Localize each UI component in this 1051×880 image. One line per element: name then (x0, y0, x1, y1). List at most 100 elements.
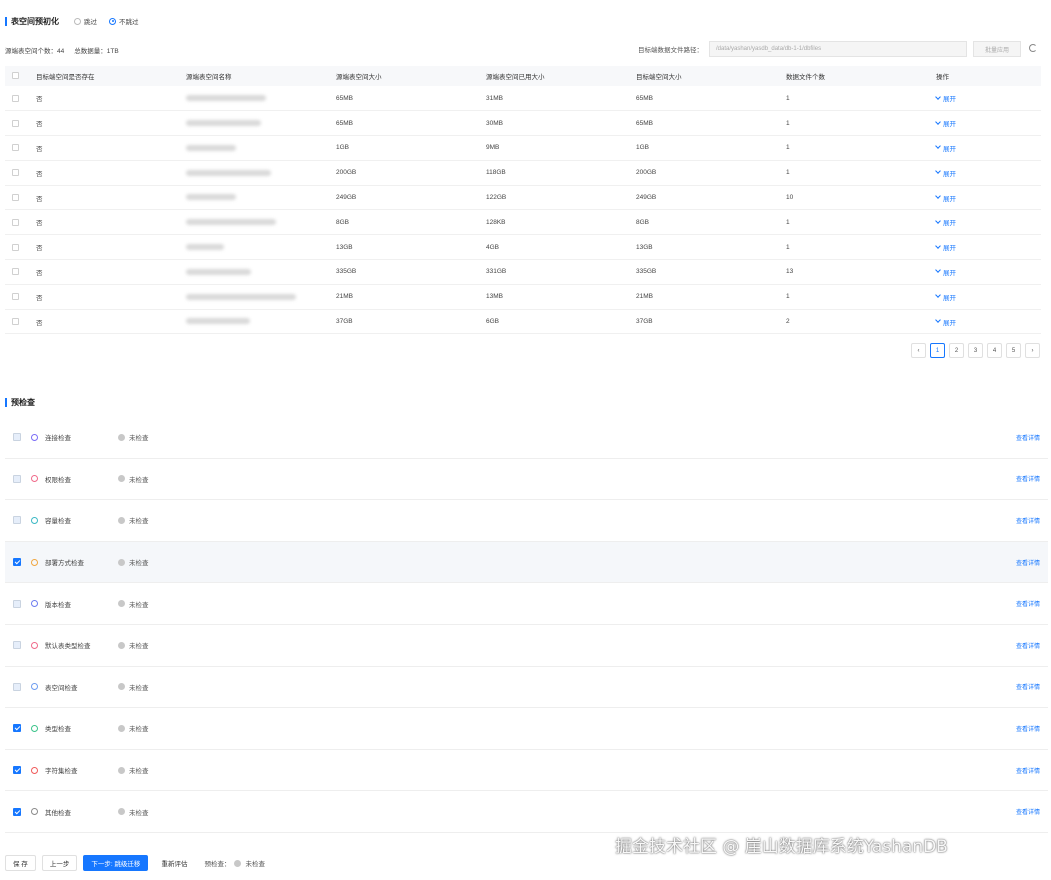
expand-button[interactable]: 展开 (935, 242, 956, 252)
header-source-size: 源端表空间大小 (336, 66, 486, 86)
pagination-page-2[interactable]: 2 (949, 343, 964, 358)
radio-no-skip[interactable]: 不跳过 (109, 16, 139, 26)
row-checkbox[interactable] (12, 268, 19, 276)
pagination-page-1[interactable]: 1 (930, 343, 945, 358)
view-details-link[interactable]: 查看详情 (1016, 558, 1040, 567)
precheck-name: 其他检查 (45, 809, 71, 817)
cell-action: 展开 (935, 110, 1041, 137)
pagination-page-5[interactable]: 5 (1006, 343, 1021, 358)
expand-label: 展开 (943, 269, 956, 277)
target-path-row: 目标端数据文件路径： /data/yashan/yasdb_data/db-1-… (638, 41, 1021, 57)
header-select-all[interactable] (5, 66, 36, 86)
expand-button[interactable]: 展开 (935, 292, 956, 302)
expand-button[interactable]: 展开 (935, 193, 956, 203)
table-row: 否 200GB 118GB 200GB 1 展开 (5, 160, 1041, 186)
precheck-status: 未检查 (118, 723, 149, 733)
view-details-link[interactable]: 查看详情 (1016, 433, 1040, 442)
radio-skip[interactable]: 跳过 (74, 16, 97, 26)
cell-file-count: 1 (786, 86, 936, 112)
watermark: 掘金技术社区 @ 崖山数据库系统YashanDB (615, 837, 948, 857)
row-checkbox[interactable] (12, 94, 19, 102)
save-button[interactable]: 保 存 (5, 855, 36, 871)
cell-source-name (186, 234, 336, 261)
expand-button[interactable]: 展开 (935, 118, 956, 128)
target-path-input[interactable]: /data/yashan/yasdb_data/db-1-1/dbfiles (709, 41, 967, 57)
tablespace-count: 源端表空间个数：44 (5, 48, 65, 55)
cell-file-count: 1 (786, 284, 936, 310)
cell-source-size: 249GB (336, 185, 486, 211)
precheck-checkbox[interactable] (13, 474, 21, 483)
refresh-icon[interactable] (1029, 44, 1037, 52)
precheck-status-text: 未检查 (129, 684, 149, 692)
table-row: 否 1GB 9MB 1GB 1 展开 (5, 135, 1041, 161)
radio-skip-label: 跳过 (84, 19, 97, 26)
expand-button[interactable]: 展开 (935, 143, 956, 153)
expand-button[interactable]: 展开 (935, 168, 956, 178)
tablespace-section-title: 表空间预初化 (5, 16, 59, 27)
table-row: 否 65MB 30MB 65MB 1 展开 (5, 110, 1041, 137)
pagination-next-button[interactable]: › (1025, 343, 1040, 358)
view-details-link[interactable]: 查看详情 (1016, 516, 1040, 525)
expand-button[interactable]: 展开 (935, 317, 956, 327)
precheck-status-text: 未检查 (129, 643, 149, 651)
status-dot-icon (234, 859, 242, 867)
next-step-button[interactable]: 下一步: 跳级迁移 (83, 855, 149, 871)
cell-source-size: 37GB (336, 309, 486, 335)
cell-source-name (186, 135, 336, 161)
pagination-prev-button[interactable]: ‹ (911, 343, 926, 358)
chevron-down-icon (935, 193, 941, 199)
view-details-link[interactable]: 查看详情 (1016, 724, 1040, 733)
chevron-down-icon (935, 292, 941, 299)
pagination-page-4[interactable]: 4 (987, 343, 1002, 358)
expand-button[interactable]: 展开 (935, 267, 956, 277)
precheck-checkbox[interactable] (13, 599, 21, 608)
cell-target-size: 8GB (636, 209, 786, 236)
cell-action: 展开 (935, 259, 1041, 285)
precheck-checkbox[interactable] (13, 724, 21, 733)
expand-button[interactable]: 展开 (935, 93, 956, 103)
precheck-checkbox[interactable] (13, 766, 21, 775)
row-checkbox[interactable] (12, 119, 19, 127)
expand-button[interactable]: 展开 (935, 217, 956, 227)
row-checkbox[interactable] (12, 293, 19, 301)
tablespace-icon (31, 683, 38, 691)
precheck-name: 容量检查 (45, 518, 71, 526)
precheck-checkbox[interactable] (13, 682, 21, 691)
batch-apply-label: 批量应用 (984, 47, 1009, 54)
header-source-used: 源端表空间已用大小 (486, 66, 636, 86)
view-details-link[interactable]: 查看详情 (1016, 474, 1040, 483)
precheck-section-title: 预检查 (5, 397, 35, 408)
precheck-checkbox[interactable] (13, 558, 21, 567)
cell-target-size: 249GB (636, 185, 786, 211)
row-checkbox[interactable] (12, 218, 19, 226)
select-all-checkbox[interactable] (12, 72, 19, 80)
cell-source-size: 21MB (336, 284, 486, 310)
chevron-right-icon: › (1031, 347, 1034, 354)
cell-source-size: 335GB (336, 259, 486, 285)
footer-actions: 保 存 上一步 下一步: 跳级迁移 重新评估 预检查： 未检查 (5, 855, 265, 871)
view-details-link[interactable]: 查看详情 (1016, 641, 1040, 650)
cell-source-name (186, 209, 336, 236)
reevaluate-button[interactable]: 重新评估 (154, 855, 194, 871)
cell-target-size: 21MB (636, 284, 786, 310)
cell-source-name (186, 284, 336, 310)
redacted-name (186, 219, 276, 226)
batch-apply-button[interactable]: 批量应用 (973, 41, 1021, 57)
row-checkbox[interactable] (12, 144, 19, 152)
precheck-checkbox[interactable] (13, 641, 21, 650)
row-checkbox[interactable] (12, 193, 19, 201)
view-details-link[interactable]: 查看详情 (1016, 599, 1040, 608)
view-details-link[interactable]: 查看详情 (1016, 766, 1040, 775)
cell-target-exists: 否 (36, 135, 186, 161)
precheck-checkbox[interactable] (13, 433, 21, 442)
pagination-page-3[interactable]: 3 (968, 343, 983, 358)
precheck-checkbox[interactable] (13, 516, 21, 525)
row-checkbox[interactable] (12, 317, 19, 325)
prev-step-button[interactable]: 上一步 (41, 855, 78, 871)
precheck-checkbox[interactable] (13, 807, 21, 816)
view-details-link[interactable]: 查看详情 (1016, 807, 1040, 816)
row-checkbox[interactable] (12, 243, 19, 251)
row-checkbox[interactable] (12, 169, 19, 177)
view-details-link[interactable]: 查看详情 (1016, 682, 1040, 691)
precheck-status-text: 未检查 (129, 726, 149, 734)
